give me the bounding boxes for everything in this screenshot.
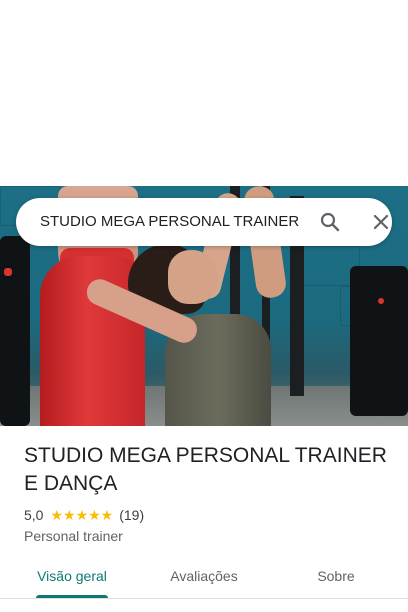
rating-value: 5,0 [24,507,44,523]
tab-bar: Visão geral Avaliações Sobre [0,560,408,598]
rating-row[interactable]: 5,0 ★★★★★ (19) [24,506,144,524]
close-icon[interactable] [369,210,393,234]
search-icon[interactable] [318,210,342,234]
review-count[interactable]: (19) [119,507,144,523]
tab-overview[interactable]: Visão geral [22,560,122,596]
place-page: STUDIO MEGA PERSONAL TRAINER STUDIO MEGA… [0,0,408,612]
star-icons: ★★★★★ [50,507,114,523]
place-category[interactable]: Personal trainer [24,528,123,544]
search-input[interactable]: STUDIO MEGA PERSONAL TRAINER [40,198,299,246]
star-rating: ★★★★★ [50,508,113,522]
tab-about[interactable]: Sobre [286,560,386,596]
place-title: STUDIO MEGA PERSONAL TRAINER E DANÇA [24,444,387,495]
tab-reviews[interactable]: Avaliações [154,560,254,596]
search-bar[interactable]: STUDIO MEGA PERSONAL TRAINER [16,198,392,246]
tabs-divider [0,598,408,599]
